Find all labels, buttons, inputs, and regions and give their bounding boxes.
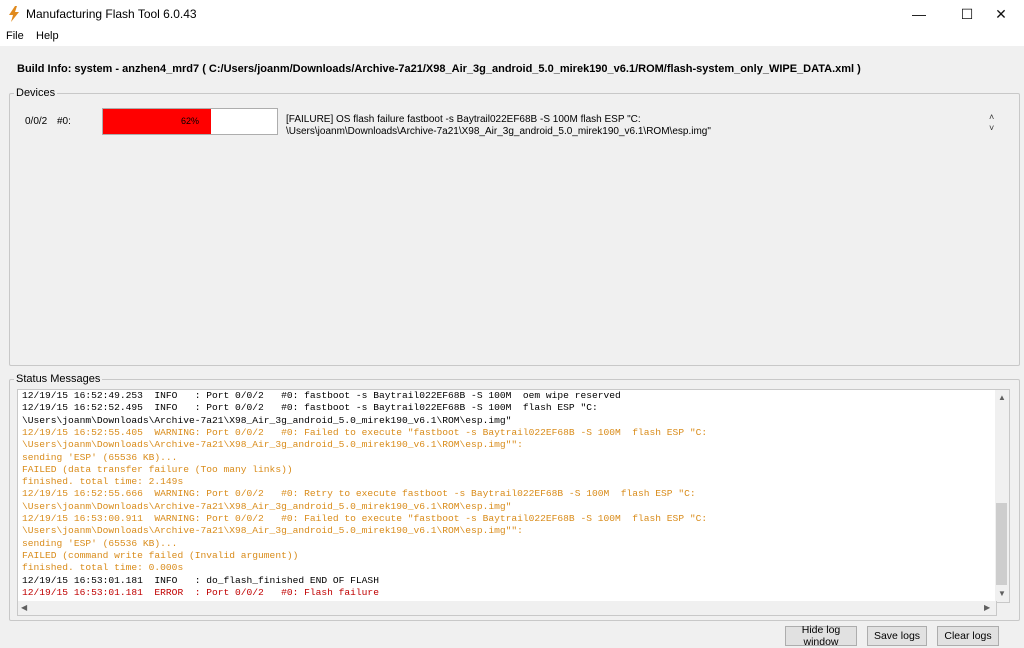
maximize-icon: ☐ (960, 5, 974, 22)
device-scroll-up-icon[interactable]: ˄ (989, 112, 994, 122)
status-log[interactable]: 12/19/15 16:52:49.253 INFO : Port 0/0/2 … (17, 389, 997, 603)
devices-group-label: Devices (14, 87, 58, 99)
scroll-down-arrow-icon[interactable]: ▼ (998, 589, 1006, 598)
minimize-icon: — (912, 6, 926, 22)
log-line: \Users\joanm\Downloads\Archive-7a21\X98_… (22, 525, 523, 537)
build-info: Build Info: system - anzhen4_mrd7 ( C:/U… (17, 63, 861, 75)
scroll-left-arrow-icon[interactable]: ◀ (21, 603, 27, 612)
log-line: \Users\joanm\Downloads\Archive-7a21\X98_… (22, 414, 512, 426)
title-bar: Manufacturing Flash Tool 6.0.43 — ☐ ✕ (0, 0, 1024, 28)
menu-bar: File Help (0, 28, 1024, 46)
log-line: sending 'ESP' (65536 KB)... (22, 451, 178, 463)
device-port: 0/0/2 (25, 116, 48, 127)
clear-logs-button[interactable]: Clear logs (937, 626, 999, 646)
lightning-icon (9, 6, 19, 22)
log-line: 12/19/15 16:52:55.405 WARNING: Port 0/0/… (22, 426, 708, 438)
minimize-button[interactable]: — (896, 0, 942, 28)
log-line: 12/19/15 16:52:55.666 WARNING: Port 0/0/… (22, 488, 696, 500)
hide-log-window-button[interactable]: Hide log window (785, 624, 857, 648)
progress-text: 62% (180, 116, 199, 126)
device-scroll-down-icon[interactable]: ˅ (989, 123, 994, 133)
log-vertical-scroll-thumb[interactable] (996, 503, 1007, 585)
log-line: FAILED (data transfer failure (Too many … (22, 463, 293, 475)
log-vertical-scrollbar[interactable]: ▲ ▼ (995, 389, 1010, 603)
log-line: 12/19/15 16:52:52.495 INFO : Port 0/0/2 … (22, 402, 598, 414)
log-line: FAILED (command write failed (Invalid ar… (22, 549, 299, 561)
menu-help[interactable]: Help (36, 30, 59, 42)
window-title: Manufacturing Flash Tool 6.0.43 (26, 7, 197, 21)
device-progress-bar: 62% (102, 108, 278, 135)
device-id: #0: (57, 116, 71, 127)
save-logs-button[interactable]: Save logs (867, 626, 927, 646)
log-line: 12/19/15 16:52:49.253 INFO : Port 0/0/2 … (22, 390, 621, 401)
status-messages-label: Status Messages (14, 373, 103, 385)
device-status-line-2: \Users\joanm\Downloads\Archive-7a21\X98_… (286, 126, 711, 137)
menu-file[interactable]: File (6, 30, 24, 42)
log-line: 12/19/15 16:53:01.181 INFO : do_flash_fi… (22, 574, 379, 586)
scroll-right-arrow-icon[interactable]: ▶ (984, 603, 990, 612)
log-line: sending 'ESP' (65536 KB)... (22, 537, 178, 549)
log-line: 12/19/15 16:53:01.181 ERROR : Port 0/0/2… (22, 586, 379, 598)
log-line: finished. total time: 2.149s (22, 476, 184, 488)
device-status-text: [FAILURE] OS flash failure fastboot -s B… (286, 114, 711, 138)
log-line: 12/19/15 16:53:00.911 WARNING: Port 0/0/… (22, 513, 708, 524)
close-icon: ✕ (995, 5, 1007, 22)
log-line: finished. total time: 0.000s (22, 562, 184, 574)
scroll-up-arrow-icon[interactable]: ▲ (998, 393, 1006, 402)
log-line: \Users\joanm\Downloads\Archive-7a21\X98_… (22, 439, 523, 451)
log-horizontal-scrollbar[interactable]: ◀ ▶ (17, 601, 997, 616)
log-line: \Users\joanm\Downloads\Archive-7a21\X98_… (22, 500, 512, 512)
device-status-line-1: [FAILURE] OS flash failure fastboot -s B… (286, 114, 641, 125)
close-button[interactable]: ✕ (978, 0, 1024, 28)
